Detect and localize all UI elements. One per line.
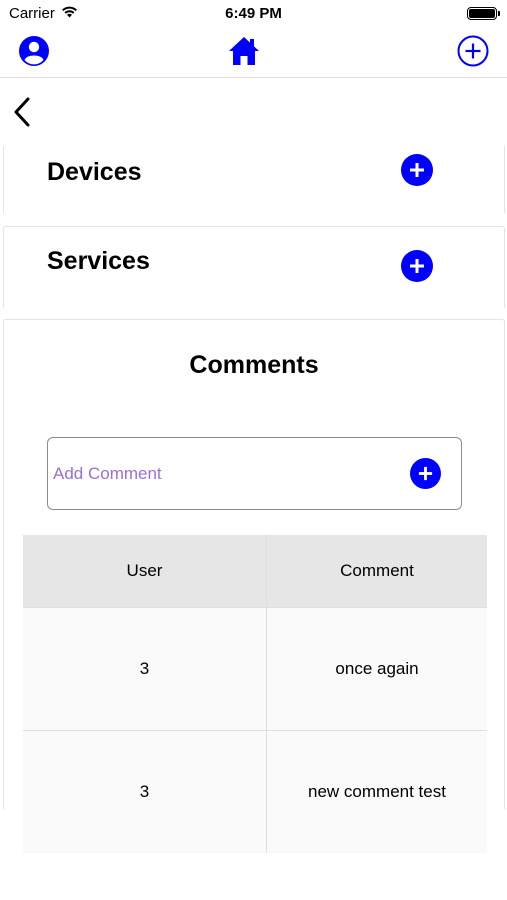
profile-icon[interactable] bbox=[17, 34, 51, 68]
status-bar: Carrier 6:49 PM bbox=[0, 0, 507, 28]
plus-icon bbox=[418, 466, 433, 481]
battery-icon bbox=[467, 7, 500, 20]
comments-section: Comments User Comment 3 once again 3 new… bbox=[3, 319, 505, 853]
table-row[interactable]: 3 new comment test bbox=[23, 730, 487, 853]
row-user-cell: 3 bbox=[23, 608, 267, 730]
add-comment-box bbox=[47, 437, 462, 510]
comments-table: User Comment 3 once again 3 new comment … bbox=[23, 535, 487, 853]
row-comment-cell: once again bbox=[335, 659, 419, 678]
comment-input[interactable] bbox=[53, 458, 393, 490]
table-row[interactable]: 3 once again bbox=[23, 607, 487, 730]
add-device-button[interactable] bbox=[401, 154, 433, 186]
row-user-cell: 3 bbox=[23, 731, 267, 853]
row-comment-cell: new comment test bbox=[308, 782, 446, 801]
table-header: User Comment bbox=[23, 535, 487, 607]
back-chevron-icon[interactable] bbox=[10, 95, 36, 129]
add-comment-button[interactable] bbox=[410, 458, 441, 489]
plus-icon bbox=[410, 259, 424, 273]
add-circle-icon[interactable] bbox=[456, 34, 490, 68]
add-service-button[interactable] bbox=[401, 250, 433, 282]
services-title: Services bbox=[47, 247, 150, 275]
comments-title: Comments bbox=[189, 351, 319, 379]
devices-title: Devices bbox=[47, 158, 142, 186]
nav-bar bbox=[0, 28, 507, 78]
services-section: Services bbox=[3, 226, 505, 308]
column-header-comment: Comment bbox=[340, 561, 414, 580]
status-time: 6:49 PM bbox=[225, 5, 282, 22]
column-header-user: User bbox=[23, 535, 267, 607]
devices-section: Devices bbox=[3, 146, 505, 213]
home-icon[interactable] bbox=[227, 34, 261, 68]
plus-icon bbox=[410, 163, 424, 177]
